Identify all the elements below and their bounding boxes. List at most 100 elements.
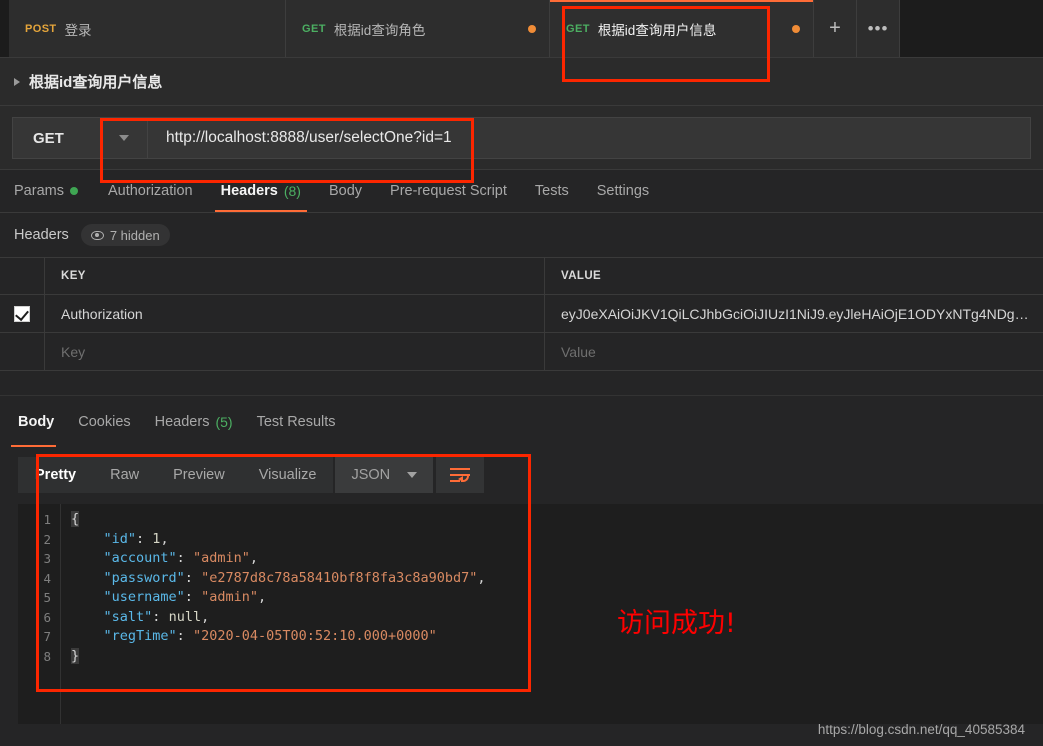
headers-panel-label: Headers: [14, 227, 69, 243]
request-tab-1[interactable]: POST 登录: [9, 0, 286, 57]
tab-tests[interactable]: Tests: [521, 170, 583, 212]
request-tab-3-active[interactable]: GET 根据id查询用户信息: [550, 0, 814, 57]
row-checkbox-cell-empty[interactable]: [0, 333, 45, 370]
request-tab-strip: POST 登录 GET 根据id查询角色 GET 根据id查询用户信息 + ••…: [0, 0, 1043, 58]
table-row-empty[interactable]: Key Value: [0, 333, 1043, 371]
response-view-toolbar: Pretty Raw Preview Visualize JSON: [18, 457, 485, 493]
method-select[interactable]: GET: [12, 117, 148, 159]
annotation-text: 访问成功!: [617, 608, 736, 639]
tab-method-label: GET: [566, 22, 590, 35]
response-json-code[interactable]: { "id": 1, "account": "admin", "password…: [61, 504, 1043, 724]
response-tab-body-label: Body: [18, 413, 55, 430]
table-row[interactable]: Authorization eyJ0eXAiOiJKV1QiLCJhbGciOi…: [0, 295, 1043, 333]
tabstrip-filler: [900, 0, 1043, 57]
new-header-value-input[interactable]: Value: [545, 333, 1043, 370]
chevron-down-icon[interactable]: [407, 472, 418, 478]
line-number: 4: [43, 570, 51, 586]
tab-settings[interactable]: Settings: [583, 170, 663, 212]
tab-pre-request-script[interactable]: Pre-request Script: [376, 170, 521, 212]
line-number: 5: [43, 590, 51, 605]
headers-panel-header: Headers 7 hidden: [0, 213, 1043, 257]
line-number-gutter: 1 2 3 4 5 6 7 8: [18, 504, 61, 724]
hidden-headers-label: 7 hidden: [109, 227, 160, 243]
view-tab-visualize[interactable]: Visualize: [241, 457, 334, 493]
request-name-row[interactable]: 根据id查询用户信息: [0, 58, 1043, 106]
url-input[interactable]: http://localhost:8888/user/selectOne?id=…: [148, 117, 1031, 159]
url-bar: GET http://localhost:8888/user/selectOne…: [12, 117, 1031, 159]
header-value-token: eyJ0eXAiOiJKV1QiLCJhbGciOiJIUzI1NiJ9.eyJ…: [561, 305, 1029, 322]
view-tab-preview[interactable]: Preview: [156, 457, 242, 493]
code-line: "password": "e2787d8c78a58410bf8f8fa3c8a…: [103, 569, 486, 586]
response-format-select[interactable]: JSON: [335, 457, 434, 493]
chevron-right-icon[interactable]: [14, 77, 20, 86]
tab-headers[interactable]: Headers (8): [207, 170, 315, 212]
code-line: "account": "admin",: [103, 550, 258, 566]
hidden-headers-toggle[interactable]: 7 hidden: [80, 224, 170, 246]
line-number: 8: [43, 648, 51, 664]
response-tab-cookies[interactable]: Cookies: [66, 396, 142, 447]
tab-method-label: GET: [302, 22, 326, 35]
tab-params[interactable]: Params: [14, 170, 94, 212]
response-body-viewer: Pretty Raw Preview Visualize JSON 1 2 3 …: [18, 447, 1043, 724]
tab-params-label: Params: [14, 183, 64, 199]
tab-settings-label: Settings: [596, 183, 650, 199]
code-line: {: [71, 511, 80, 527]
unsaved-dot-icon: [792, 24, 800, 33]
code-line: "salt": null,: [103, 608, 210, 625]
row-checkbox[interactable]: [14, 305, 30, 322]
eye-icon: [90, 230, 104, 240]
new-header-value-placeholder: Value: [561, 343, 596, 360]
code-line: "id": 1,: [103, 530, 169, 547]
tab-pre-request-script-label: Pre-request Script: [390, 183, 507, 199]
request-name: 根据id查询用户信息: [29, 74, 163, 91]
header-key-cell[interactable]: Authorization: [45, 295, 545, 332]
new-header-key-input[interactable]: Key: [45, 333, 545, 370]
header-value-cell[interactable]: eyJ0eXAiOiJKV1QiLCJhbGciOiJIUzI1NiJ9.eyJ…: [545, 295, 1043, 332]
response-tab-body[interactable]: Body: [6, 396, 66, 447]
tab-title: 根据id查询用户信息: [597, 22, 717, 38]
line-number: 7: [43, 629, 51, 644]
response-tabs: Body Cookies Headers (5) Test Results: [0, 395, 1043, 447]
response-tab-headers-count: (5): [215, 413, 233, 430]
select-all-cell: [0, 258, 45, 294]
tab-title: 根据id查询角色: [333, 22, 426, 38]
tab-headers-count: (8): [283, 183, 301, 199]
code-line: "regTime": "2020-04-05T00:52:10.000+0000…: [103, 628, 437, 644]
column-header-key: KEY: [45, 258, 545, 294]
tab-authorization-label: Authorization: [107, 183, 193, 199]
code-line: }: [71, 647, 80, 664]
url-bar-row: GET http://localhost:8888/user/selectOne…: [0, 106, 1043, 170]
response-tab-test-results[interactable]: Test Results: [245, 396, 348, 447]
tab-options-icon[interactable]: •••: [857, 0, 900, 57]
request-section-tabs: Params Authorization Headers (8) Body Pr…: [0, 170, 1043, 213]
new-tab-button[interactable]: +: [814, 0, 857, 57]
chevron-down-icon[interactable]: [119, 135, 129, 141]
wrap-lines-button[interactable]: [436, 457, 485, 493]
new-header-key-placeholder: Key: [61, 343, 86, 360]
response-code-area[interactable]: 1 2 3 4 5 6 7 8 { "id": 1, "account": "admin", …: [18, 504, 1043, 724]
tab-body-label: Body: [328, 183, 363, 199]
tab-method-label: POST: [25, 22, 57, 35]
method-value: GET: [33, 129, 64, 147]
response-tab-headers-label: Headers: [154, 413, 210, 430]
postman-window: POST 登录 GET 根据id查询角色 GET 根据id查询用户信息 + ••…: [0, 0, 1043, 746]
response-tab-cookies-label: Cookies: [78, 413, 131, 430]
response-tab-headers[interactable]: Headers (5): [143, 396, 245, 447]
view-tab-pretty[interactable]: Pretty: [18, 457, 94, 493]
response-tab-test-results-label: Test Results: [256, 413, 336, 430]
tab-tests-label: Tests: [534, 183, 569, 199]
line-number: 2: [43, 531, 51, 547]
view-tab-raw[interactable]: Raw: [93, 457, 157, 493]
row-checkbox-cell[interactable]: [0, 295, 45, 332]
request-tab-2[interactable]: GET 根据id查询角色: [286, 0, 550, 57]
response-format-value: JSON: [351, 467, 391, 483]
watermark-url: https://blog.csdn.net/qq_40585384: [817, 722, 1025, 737]
params-active-dot-icon: [69, 187, 78, 195]
tab-body[interactable]: Body: [315, 170, 376, 212]
table-header-row: KEY VALUE: [0, 258, 1043, 295]
tab-authorization[interactable]: Authorization: [94, 170, 207, 212]
line-number: 3: [43, 551, 51, 566]
header-key-value: Authorization: [61, 305, 143, 322]
headers-table: KEY VALUE Authorization eyJ0eXAiOiJKV1Qi…: [0, 257, 1043, 371]
column-header-value: VALUE: [561, 270, 602, 282]
